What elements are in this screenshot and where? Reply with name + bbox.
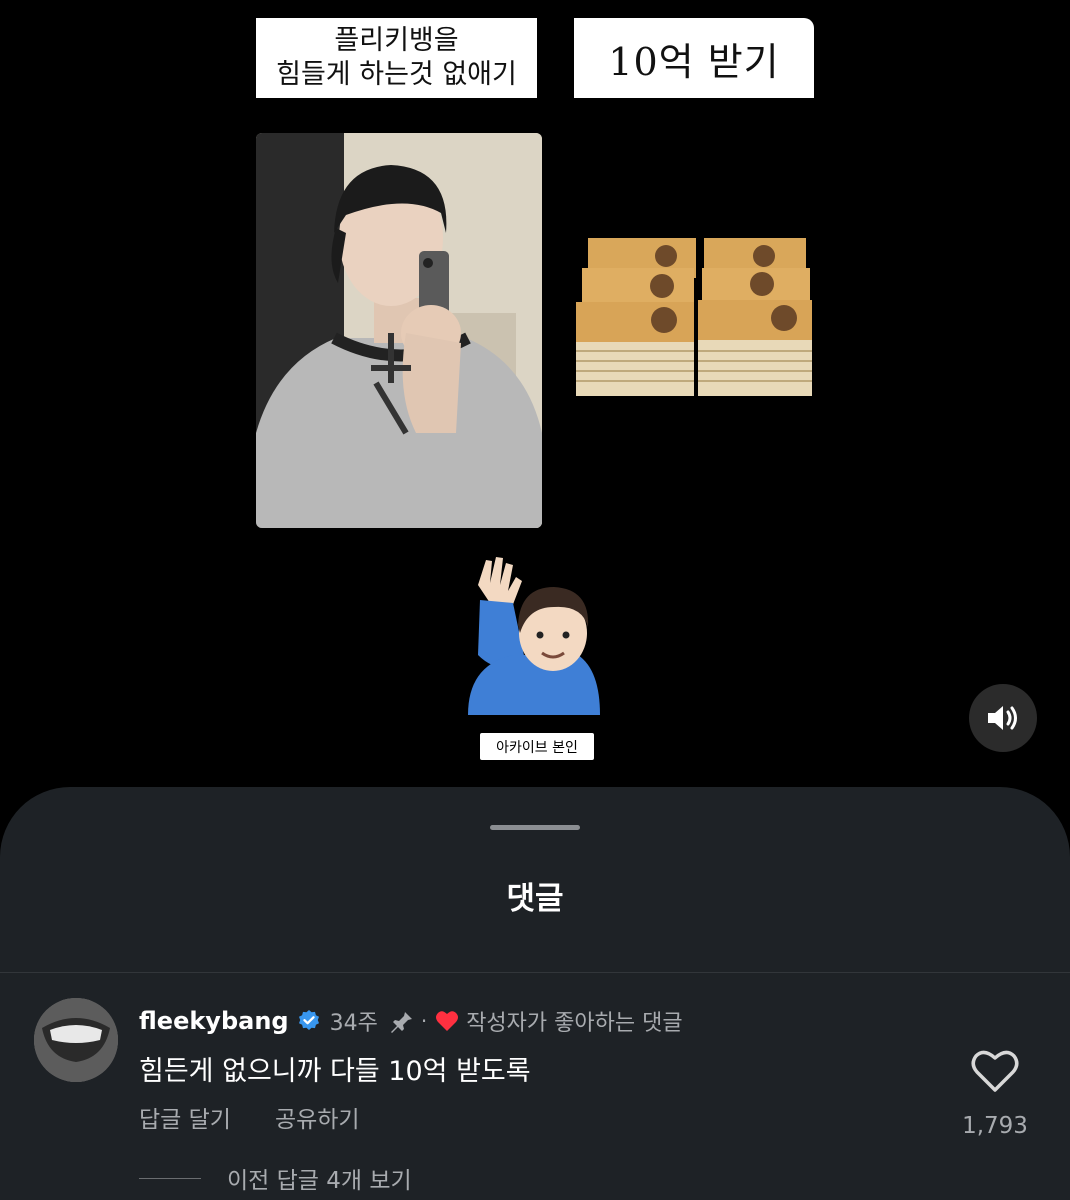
caption-left-line-1: 플리키뱅을 [334, 25, 459, 56]
comment-time: 34주 [329, 1011, 378, 1036]
caption-left-line-2: 힘들게 하는것 없애기 [276, 59, 517, 90]
comment-actions: 답글 달기 공유하기 [139, 1100, 360, 1134]
author-liked-label: 작성자가 좋아하는 댓글 [466, 1011, 683, 1036]
comment-meta: fleekybang 34주 · 작성자가 좋아하는 댓글 [139, 1004, 683, 1038]
share-button[interactable]: 공유하기 [275, 1100, 360, 1134]
like-count: 1,793 [962, 1113, 1028, 1139]
raising-hand-emoji [458, 555, 603, 715]
view-replies[interactable]: 이전 답글 4개 보기 [139, 1161, 412, 1195]
reply-button[interactable]: 답글 달기 [139, 1100, 231, 1134]
sound-toggle-button[interactable] [969, 684, 1037, 752]
view-replies-label[interactable]: 이전 답글 4개 보기 [227, 1161, 412, 1195]
avatar[interactable] [34, 998, 118, 1082]
replies-line [139, 1177, 201, 1179]
pin-icon [390, 1010, 412, 1033]
separator-dot: · [420, 1009, 428, 1033]
comment-text: 힘든게 없으니까 다들 10억 받도록 [139, 1056, 531, 1087]
username[interactable]: fleekybang [139, 1007, 289, 1035]
verified-badge-icon [298, 1010, 319, 1030]
heart-icon [436, 1011, 459, 1031]
speaker-icon [988, 706, 1017, 730]
money-stack-image [574, 226, 814, 398]
sticker-label: 아카이브 본인 [480, 733, 594, 760]
caption-left: 플리키뱅을 힘들게 하는것 없애기 [256, 18, 537, 98]
sheet-title: 댓글 [506, 881, 564, 917]
caption-right: 10억 받기 [574, 18, 814, 98]
divider [0, 972, 1070, 973]
story-viewer: 플리키뱅을 힘들게 하는것 없애기 10억 받기 아카이브 본인 [0, 0, 1070, 790]
heart-outline-icon[interactable] [970, 1048, 1020, 1094]
selfie-image [256, 133, 542, 528]
sheet-grabber[interactable] [490, 825, 580, 830]
comments-sheet: 댓글 fleekybang 34주 · 작성자가 좋아하는 댓글 힘든게 없으니… [0, 787, 1070, 1200]
